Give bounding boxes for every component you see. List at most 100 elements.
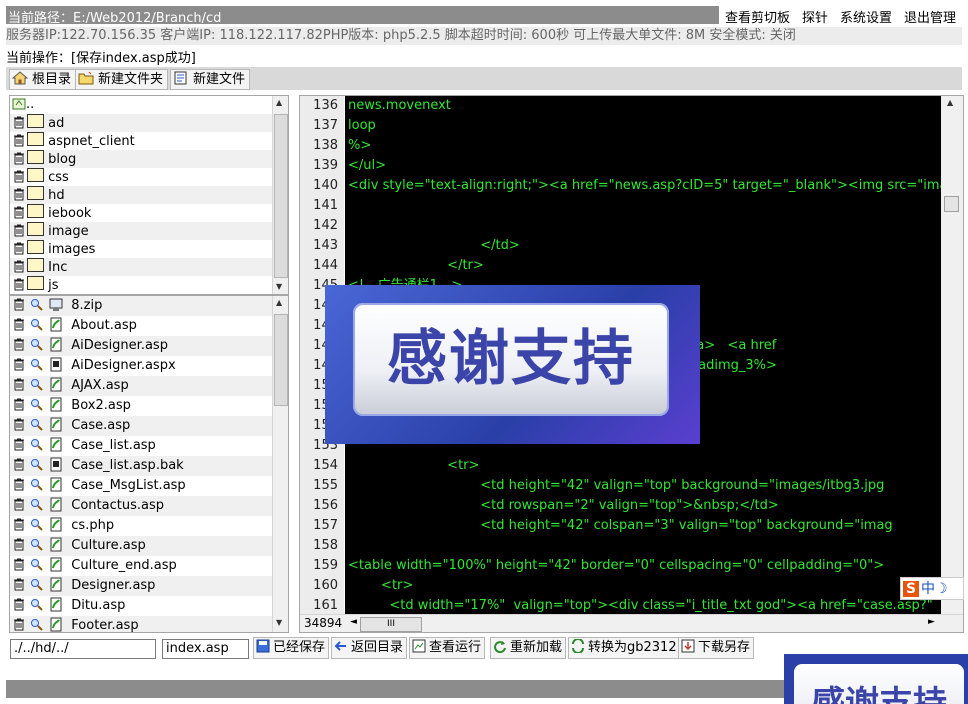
scroll-up-icon[interactable]: ▲	[276, 98, 282, 107]
code-line[interactable]: <tr>	[348, 576, 413, 596]
magnifier-icon[interactable]	[30, 538, 43, 551]
code-line[interactable]: %>	[348, 136, 371, 156]
ime-indicator[interactable]: S 中☽	[900, 577, 964, 600]
code-line[interactable]: <td height="42" valign="top" background=…	[348, 476, 884, 496]
magnifier-icon[interactable]	[30, 558, 43, 571]
magnifier-icon[interactable]	[30, 438, 43, 451]
delete-icon[interactable]	[12, 457, 26, 471]
code-line[interactable]: <td rowspan="2" valign="top">&nbsp;</td>	[348, 496, 778, 516]
delete-icon[interactable]	[12, 223, 26, 237]
magnifier-icon[interactable]	[30, 518, 43, 531]
scroll-up-icon[interactable]: ▲	[276, 298, 282, 307]
convert-gb2312-button[interactable]: 转换为gb2312	[568, 637, 681, 659]
saved-button[interactable]: 已经保存	[253, 637, 330, 659]
view-run-button[interactable]: 查看运行	[409, 637, 486, 659]
probe-link[interactable]: 探针	[796, 6, 834, 26]
magnifier-icon[interactable]	[30, 378, 43, 391]
delete-icon[interactable]	[12, 437, 26, 451]
scroll-thumb[interactable]: III	[360, 617, 422, 632]
delete-icon[interactable]	[12, 187, 26, 201]
delete-icon[interactable]	[12, 517, 26, 531]
download-save-as-button[interactable]: 下载另存	[678, 637, 755, 659]
file-row[interactable]: Box2.asp	[10, 396, 272, 416]
file-row[interactable]: AJAX.asp	[10, 376, 272, 396]
delete-icon[interactable]	[12, 377, 26, 391]
code-line[interactable]: <div style="text-align:right;"><a href="…	[348, 176, 941, 196]
file-row[interactable]: Case_list.asp	[10, 436, 272, 456]
magnifier-icon[interactable]	[30, 358, 43, 371]
magnifier-icon[interactable]	[30, 498, 43, 511]
delete-icon[interactable]	[12, 297, 26, 311]
folder-row[interactable]: iebook	[10, 204, 272, 222]
magnifier-icon[interactable]	[30, 318, 43, 331]
view-clipboard-link[interactable]: 查看剪切板	[719, 6, 796, 26]
delete-icon[interactable]	[12, 259, 26, 273]
file-row[interactable]: Case_MsgList.asp	[10, 476, 272, 496]
file-row[interactable]: Designer.asp	[10, 576, 272, 596]
code-line[interactable]: </tr>	[348, 256, 484, 276]
delete-icon[interactable]	[12, 317, 26, 331]
magnifier-icon[interactable]	[30, 458, 43, 471]
delete-icon[interactable]	[12, 477, 26, 491]
system-settings-link[interactable]: 系统设置	[834, 6, 898, 26]
delete-icon[interactable]	[12, 205, 26, 219]
delete-icon[interactable]	[12, 417, 26, 431]
parent-folder-row[interactable]: ..	[10, 96, 272, 114]
delete-icon[interactable]	[12, 151, 26, 165]
delete-icon[interactable]	[12, 497, 26, 511]
delete-icon[interactable]	[12, 277, 26, 291]
file-row[interactable]: Culture.asp	[10, 536, 272, 556]
delete-icon[interactable]	[12, 557, 26, 571]
file-row[interactable]: cs.php	[10, 516, 272, 536]
magnifier-icon[interactable]	[30, 578, 43, 591]
file-row[interactable]: Case.asp	[10, 416, 272, 436]
folder-row[interactable]: blog	[10, 150, 272, 168]
file-row[interactable]: AiDesigner.aspx	[10, 356, 272, 376]
delete-icon[interactable]	[12, 115, 26, 129]
delete-icon[interactable]	[12, 537, 26, 551]
scroll-thumb[interactable]	[274, 314, 288, 406]
magnifier-icon[interactable]	[30, 298, 43, 311]
delete-icon[interactable]	[12, 597, 26, 611]
back-to-dir-button[interactable]: 返回目录	[331, 637, 408, 659]
file-row[interactable]: Contactus.asp	[10, 496, 272, 516]
reload-button[interactable]: 重新加载	[490, 637, 567, 659]
folder-row[interactable]: js	[10, 276, 272, 294]
file-row[interactable]: About.asp	[10, 316, 272, 336]
file-row[interactable]: Ditu.asp	[10, 596, 272, 616]
scroll-up-icon[interactable]: ▲	[947, 98, 953, 107]
code-line[interactable]: <td width="17%" valign="top"><div class=…	[348, 596, 932, 614]
file-row[interactable]: 8.zip	[10, 296, 272, 316]
scroll-left-icon[interactable]: ◄	[350, 617, 357, 627]
root-dir-button[interactable]: 根目录	[9, 69, 77, 90]
filename-input[interactable]: index.asp	[162, 639, 249, 659]
file-row[interactable]: AiDesigner.asp	[10, 336, 272, 356]
code-line[interactable]: loop	[348, 116, 376, 136]
scroll-thumb[interactable]	[274, 114, 288, 278]
delete-icon[interactable]	[12, 617, 26, 631]
new-file-button[interactable]: 新建文件	[170, 69, 251, 90]
folder-row[interactable]: aspnet_client	[10, 132, 272, 150]
code-line[interactable]: <tr>	[348, 456, 479, 476]
delete-icon[interactable]	[12, 133, 26, 147]
scroll-right-icon[interactable]: ►	[928, 617, 935, 627]
code-line[interactable]: </ul>	[348, 156, 386, 176]
magnifier-icon[interactable]	[30, 598, 43, 611]
magnifier-icon[interactable]	[30, 398, 43, 411]
delete-icon[interactable]	[12, 577, 26, 591]
code-line[interactable]: news.movenext	[348, 96, 451, 116]
magnifier-icon[interactable]	[30, 478, 43, 491]
delete-icon[interactable]	[12, 169, 26, 183]
scroll-thumb[interactable]	[944, 196, 959, 212]
scroll-down-icon[interactable]: ▼	[276, 282, 282, 291]
code-line[interactable]: </td>	[348, 236, 520, 256]
new-folder-button[interactable]: 新建文件夹	[75, 69, 169, 90]
logout-link[interactable]: 退出管理	[898, 6, 962, 26]
delete-icon[interactable]	[12, 241, 26, 255]
file-list-scrollbar[interactable]: ▲ ▼	[272, 296, 288, 632]
file-row[interactable]: Case_list.asp.bak	[10, 456, 272, 476]
delete-icon[interactable]	[12, 337, 26, 351]
scroll-down-icon[interactable]: ▼	[276, 618, 282, 627]
delete-icon[interactable]	[12, 397, 26, 411]
folder-row[interactable]: ad	[10, 114, 272, 132]
